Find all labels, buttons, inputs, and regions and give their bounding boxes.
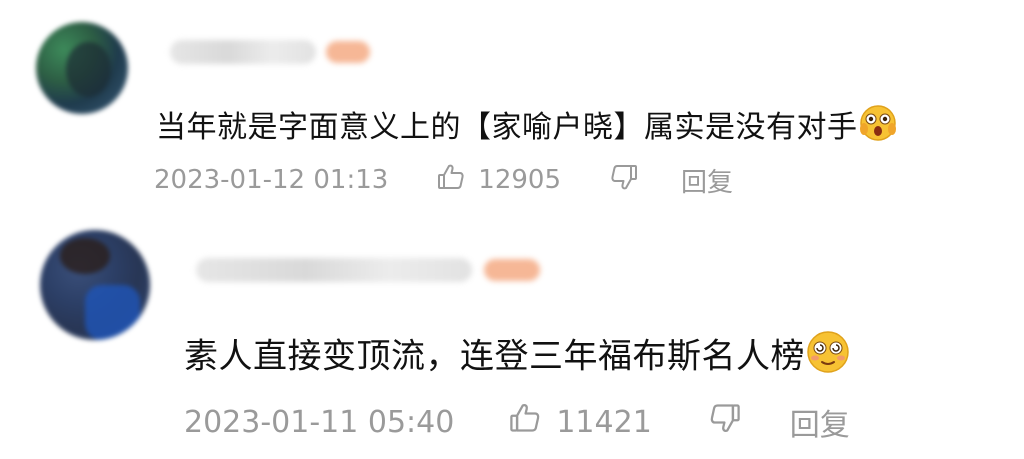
timestamp: 2023-01-11 05:40	[184, 404, 455, 440]
comment-text: 当年就是字面意义上的【家喻户晓】属实是没有对手	[156, 103, 898, 154]
comment-text-content: 当年就是字面意义上的【家喻户晓】属实是没有对手	[156, 110, 858, 145]
user-badge	[326, 41, 370, 63]
like-count: 11421	[556, 404, 652, 440]
shocked-face-emoji-icon	[858, 103, 898, 154]
avatar[interactable]	[40, 230, 150, 340]
like-count: 12905	[478, 165, 562, 195]
comment-item: 当年就是字面意义上的【家喻户晓】属实是没有对手 2023-01-12 01:13…	[0, 0, 1024, 215]
thumbs-up-icon[interactable]	[508, 401, 542, 443]
reply-button[interactable]: 回复	[681, 162, 733, 199]
comment-meta: 2023-01-12 01:13 12905 回复	[154, 162, 733, 198]
reply-button[interactable]: 回复	[790, 400, 850, 444]
thumbs-down-icon[interactable]	[708, 401, 742, 443]
comment-text: 素人直接变顶流，连登三年福布斯名人榜	[184, 329, 851, 387]
user-badge	[484, 259, 540, 281]
comment-meta: 2023-01-11 05:40 11421 回复	[184, 400, 850, 444]
dizzy-face-emoji-icon	[805, 329, 851, 387]
comment-text-content: 素人直接变顶流，连登三年福布斯名人榜	[184, 336, 805, 377]
timestamp: 2023-01-12 01:13	[154, 165, 389, 195]
comment-item: 素人直接变顶流，连登三年福布斯名人榜 2023-01-11 05:40 1142…	[0, 215, 1024, 459]
thumbs-up-icon[interactable]	[436, 162, 466, 199]
username-blurred[interactable]	[170, 40, 316, 64]
thumbs-down-icon[interactable]	[609, 162, 639, 199]
avatar[interactable]	[36, 22, 128, 114]
username-blurred[interactable]	[196, 258, 472, 282]
